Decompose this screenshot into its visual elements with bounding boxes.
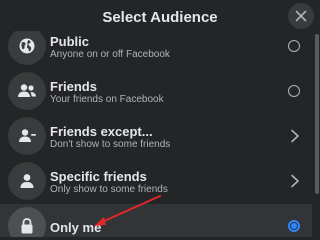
chevron-right-icon[interactable]: [290, 174, 300, 188]
radio-dot: [291, 223, 297, 229]
audience-option-only-me[interactable]: Only me: [0, 204, 312, 237]
audience-option-friends-except[interactable]: Friends except... Don't show to some fri…: [0, 114, 312, 158]
option-subtitle: Anyone on or off Facebook: [50, 49, 170, 60]
scrollbar[interactable]: [314, 34, 320, 234]
friends-icon: [18, 84, 36, 97]
friends-except-icon: [19, 129, 36, 142]
audience-option-friends[interactable]: Friends Your friends on Facebook: [0, 69, 312, 113]
radio-selected[interactable]: [288, 220, 300, 232]
specific-friend-icon-container: [8, 162, 46, 200]
option-label: Friends: [50, 79, 97, 94]
option-subtitle: Your friends on Facebook: [50, 94, 164, 105]
specific-friend-icon: [20, 174, 34, 188]
lock-icon-container: [8, 207, 46, 237]
lock-icon: [21, 218, 33, 234]
close-button[interactable]: [288, 3, 314, 29]
close-icon: [295, 10, 307, 22]
audience-options-list: Public Anyone on or off Facebook Friends…: [0, 31, 312, 237]
dialog-header: Select Audience: [0, 0, 320, 32]
audience-option-public[interactable]: Public Anyone on or off Facebook: [0, 31, 312, 68]
radio-unselected[interactable]: [288, 85, 300, 97]
option-label: Public: [50, 34, 90, 49]
friends-except-icon-container: [8, 117, 46, 155]
option-label: Specific friends: [50, 169, 147, 184]
globe-icon-container: [8, 31, 46, 65]
radio-unselected[interactable]: [288, 40, 300, 52]
select-audience-dialog: Select Audience Public Anyone on or off …: [0, 0, 320, 237]
option-subtitle: Don't show to some friends: [50, 139, 171, 150]
audience-option-specific-friends[interactable]: Specific friends Only show to some frien…: [0, 159, 312, 203]
chevron-right-icon[interactable]: [290, 129, 300, 143]
option-subtitle: Only show to some friends: [50, 184, 168, 195]
dialog-title: Select Audience: [102, 8, 218, 26]
globe-icon: [19, 38, 35, 54]
friends-icon-container: [8, 72, 46, 110]
option-label: Only me: [50, 220, 102, 235]
option-label: Friends except...: [50, 124, 153, 139]
scrollbar-thumb[interactable]: [315, 34, 319, 194]
